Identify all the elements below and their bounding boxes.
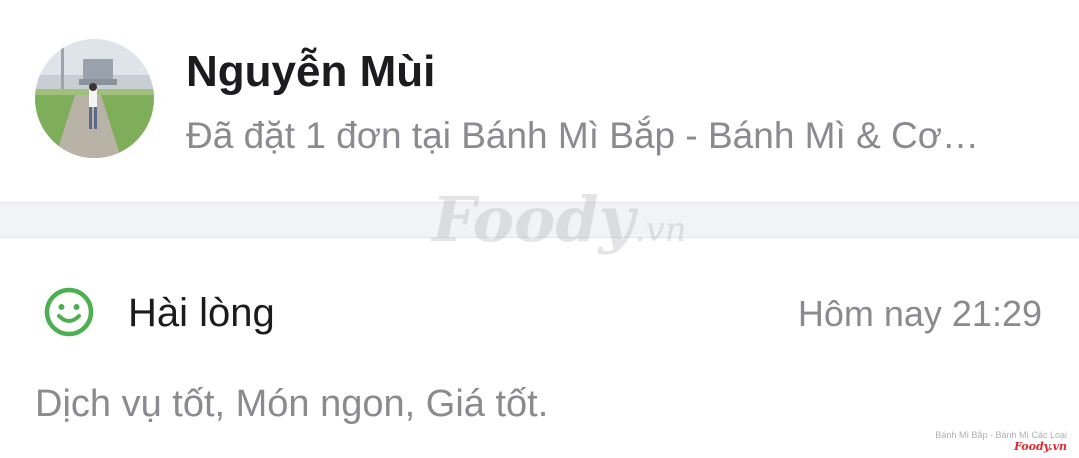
watermark-suffix: .vn bbox=[634, 210, 687, 250]
avatar[interactable] bbox=[35, 39, 154, 158]
review-time: Hôm nay 21:29 bbox=[797, 293, 1042, 334]
user-name[interactable]: Nguyễn Mùi bbox=[186, 46, 435, 98]
rating-row: Hài lòng Hôm nay 21:29 bbox=[0, 280, 1079, 344]
review-card: Nguyễn Mùi Đã đặt 1 đơn tại Bánh Mì Bắp … bbox=[0, 0, 1079, 458]
foody-watermark: Foody.vn bbox=[432, 180, 687, 270]
avatar-photo bbox=[35, 39, 154, 158]
corner-credit: Bánh Mì Bắp - Bánh Mì Các Loại Foody.vn bbox=[935, 430, 1067, 452]
watermark-brand: Foody bbox=[432, 183, 635, 256]
rating-label: Hài lòng bbox=[128, 291, 275, 335]
order-description[interactable]: Đã đặt 1 đơn tại Bánh Mì Bắp - Bánh Mì &… bbox=[186, 113, 1036, 159]
review-text: Dịch vụ tốt, Món ngon, Giá tốt. bbox=[35, 383, 549, 425]
corner-logo: Foody.vn bbox=[1014, 440, 1067, 453]
smiley-icon bbox=[44, 287, 94, 337]
